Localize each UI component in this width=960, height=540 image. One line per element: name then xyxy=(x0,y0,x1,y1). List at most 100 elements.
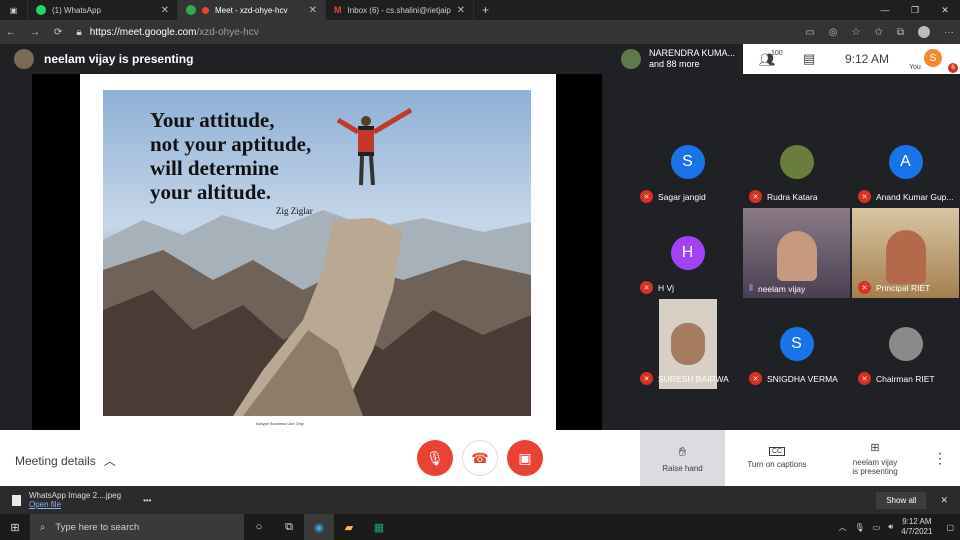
close-downloads-icon[interactable]: ✕ xyxy=(940,495,948,506)
presenter-avatar xyxy=(14,49,34,69)
close-window-icon[interactable]: ✕ xyxy=(930,0,960,20)
participant-tile[interactable]: ✕ Rudra Katara xyxy=(743,117,850,207)
favorites-icon[interactable]: ✩ xyxy=(874,27,882,38)
address-bar: ← → ⟳ 🔒︎ https://meet.google.com/xzd-ohy… xyxy=(0,20,960,44)
notification-badge: 6 xyxy=(948,63,958,73)
meeting-controls-bar: Meeting details ︿ 🎙︎ ☎︎ ▣ ✋︎ Raise hand … xyxy=(0,430,960,486)
meeting-time: 9:12 AM xyxy=(845,52,890,66)
chevron-up-icon[interactable]: ︿ xyxy=(839,522,847,533)
leave-call-button[interactable]: ☎︎ xyxy=(462,440,498,476)
tab-meet[interactable]: Meet - xzd-ohye-hcv ✕ xyxy=(178,0,326,20)
close-tab-icon[interactable]: ✕ xyxy=(457,5,465,16)
meeting-details-button[interactable]: Meeting details ︿ xyxy=(15,452,116,469)
download-more-icon[interactable]: ••• xyxy=(143,496,151,505)
tab-title: Meet - xzd-ohye-hcv xyxy=(215,5,288,15)
maximize-icon[interactable]: ❐ xyxy=(900,0,930,20)
collections-icon[interactable]: ⧉ xyxy=(897,27,904,38)
chrome-icon xyxy=(186,5,196,15)
participant-name: Chairman RIET xyxy=(876,373,935,384)
windows-taskbar: ⊞ ⌕ Type here to search ○ ⧉ ◉ ▰ ▦ ︿ 🎙︎ ▭… xyxy=(0,514,960,540)
minimize-icon[interactable]: — xyxy=(870,0,900,20)
tab-actions-icon[interactable]: ▣ xyxy=(0,0,28,20)
participant-avatar xyxy=(779,145,814,179)
back-icon[interactable]: ← xyxy=(6,27,16,38)
zoom-icon[interactable]: ◎ xyxy=(829,27,838,38)
file-explorer-icon[interactable]: ▰ xyxy=(334,514,364,540)
participant-tile[interactable]: S ✕ SNIGDHA VERMA xyxy=(743,299,850,389)
url-field[interactable]: 🔒︎ https://meet.google.com/xzd-ohye-hcv xyxy=(76,23,792,41)
mic-toggle-button[interactable]: 🎙︎ xyxy=(417,440,453,476)
mic-off-icon: 🎙︎ xyxy=(426,449,444,466)
favorite-star-icon[interactable]: ☆ xyxy=(852,27,861,38)
new-tab-button[interactable]: + xyxy=(474,0,497,20)
mic-off-icon: ✕ xyxy=(858,372,871,385)
camera-permission-icon[interactable]: ▭ xyxy=(805,27,814,38)
excel-icon[interactable]: ▦ xyxy=(364,514,394,540)
mic-off-icon: ✕ xyxy=(640,281,653,294)
close-tab-icon[interactable]: ✕ xyxy=(161,5,169,16)
forward-icon[interactable]: → xyxy=(30,27,40,38)
window-controls: — ❐ ✕ xyxy=(870,0,960,20)
participant-avatar: S xyxy=(779,327,814,361)
participant-video xyxy=(776,231,817,281)
phone-hangup-icon: ☎︎ xyxy=(471,449,489,466)
participant-video-tile[interactable]: ⦀ neelam vijay xyxy=(743,208,850,298)
reload-icon[interactable]: ⟳ xyxy=(54,27,62,38)
taskbar-search[interactable]: ⌕ Type here to search xyxy=(30,514,244,540)
profile-avatar-icon[interactable] xyxy=(918,26,930,38)
captions-button[interactable]: CC Turn on captions xyxy=(733,430,821,486)
clock-time[interactable]: 9:12 AM xyxy=(901,517,932,527)
participant-tile[interactable]: S ✕ Sagar jangid xyxy=(634,117,741,207)
meeting-details-label: Meeting details xyxy=(15,453,96,468)
taskbar-search-placeholder: Type here to search xyxy=(55,521,140,533)
windows-start-icon[interactable]: ⊞ xyxy=(0,514,30,540)
quote-author: Zig Ziglar xyxy=(276,206,313,216)
top-participant[interactable]: NARENDRA KUMA... and 88 more xyxy=(615,48,743,70)
captions-icon: CC xyxy=(768,447,786,456)
meeting-top-bar: 👥︎ 100 ▤ 9:12 AM S You 6 xyxy=(743,44,960,74)
chat-icon[interactable]: ▤ xyxy=(803,51,815,67)
participant-video-tile[interactable]: ✕ Principal RIET xyxy=(852,208,959,298)
mic-off-icon: ✕ xyxy=(640,190,653,203)
participant-grid: S ✕ Sagar jangid ✕ Rudra Katara A ✕ Anand K… xyxy=(634,117,960,391)
presenting-button[interactable]: ⊞ neelam vijay is presenting xyxy=(830,430,920,486)
participant-avatar xyxy=(888,327,923,361)
participant-tile[interactable]: A ✕ Anand Kumar Gup... xyxy=(852,117,959,207)
self-avatar[interactable]: S xyxy=(924,49,942,67)
hand-icon: ✋︎ xyxy=(678,443,687,459)
kebab-menu-icon: ⋮ xyxy=(933,449,947,466)
present-screen-icon: ⊞ xyxy=(870,441,880,454)
open-file-link[interactable]: Open file xyxy=(29,500,121,509)
camera-toggle-button[interactable]: ▣ xyxy=(507,440,543,476)
tab-whatsapp[interactable]: (1) WhatsApp ✕ xyxy=(28,0,178,20)
mic-off-icon: ✕ xyxy=(858,281,871,294)
download-filename: WhatsApp Image 2....jpeg xyxy=(29,491,122,500)
tab-inbox[interactable]: M Inbox (6) - cs.shalini@rietjaipur.a ✕ xyxy=(326,0,474,20)
cortana-icon[interactable]: ○ xyxy=(244,514,274,540)
browser-menu-icon[interactable]: ··· xyxy=(944,27,954,38)
file-icon xyxy=(12,494,21,506)
browser-tab-bar: ▣ (1) WhatsApp ✕ Meet - xzd-ohye-hcv ✕ M… xyxy=(0,0,960,20)
tab-title: (1) WhatsApp xyxy=(52,5,101,15)
show-all-button[interactable]: Show all xyxy=(876,491,927,509)
close-tab-icon[interactable]: ✕ xyxy=(309,5,317,16)
participant-avatar xyxy=(621,49,641,69)
participant-name: Principal RIET xyxy=(876,282,931,293)
lock-icon: 🔒︎ xyxy=(76,26,82,38)
volume-icon[interactable]: 🔊︎ xyxy=(888,522,893,532)
notifications-icon[interactable]: ▢ xyxy=(946,523,954,532)
download-item[interactable]: WhatsApp Image 2....jpeg Open file ••• xyxy=(0,491,151,509)
raise-hand-button[interactable]: ✋︎ Raise hand xyxy=(640,430,725,486)
participant-tile[interactable]: ✕ Chairman RIET xyxy=(852,299,959,389)
network-icon[interactable]: ▭ xyxy=(873,523,881,532)
task-view-icon[interactable]: ⧉ xyxy=(274,514,304,540)
edge-icon[interactable]: ◉ xyxy=(304,514,334,540)
more-options-button[interactable]: ⋮ xyxy=(930,430,950,486)
participant-tile[interactable]: H ✕ H Vj xyxy=(634,208,741,298)
participant-video-tile[interactable]: ✕ SURESH BAIRWA xyxy=(634,299,741,389)
microphone-icon[interactable]: 🎙︎ xyxy=(855,523,865,532)
top-more-label: and 88 more xyxy=(649,59,700,69)
participant-name: SURESH BAIRWA xyxy=(658,373,729,384)
clock-date[interactable]: 4/7/2021 xyxy=(901,527,932,537)
presenting-label: neelam vijay xyxy=(852,457,898,467)
